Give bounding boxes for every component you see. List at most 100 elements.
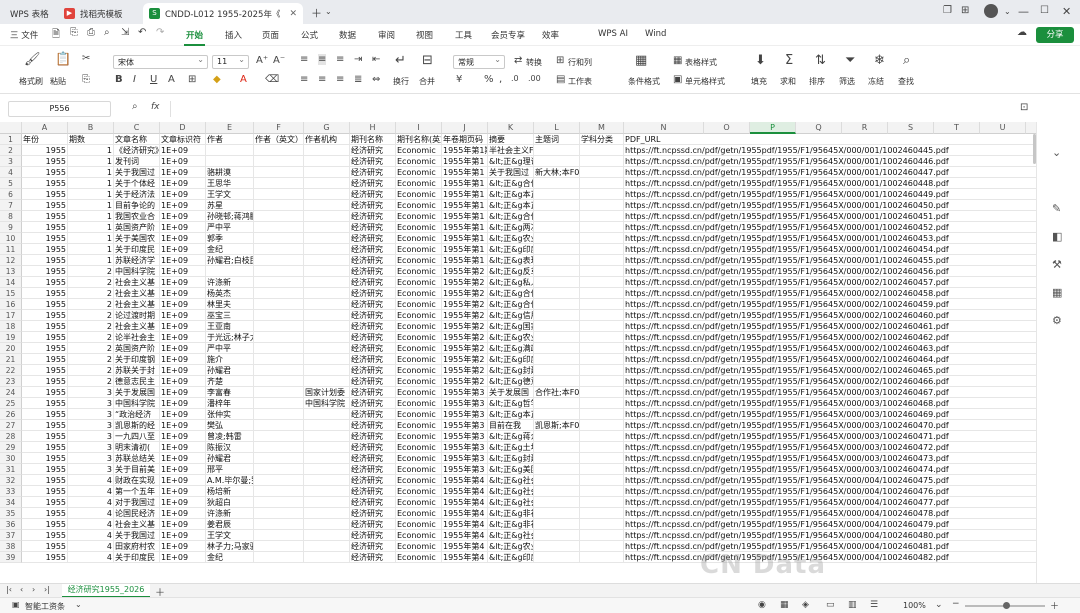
- table-cell[interactable]: [304, 464, 350, 475]
- table-cell[interactable]: https://ft.ncpssd.cn/pdf/getn/1955pdf/19…: [624, 321, 1036, 332]
- table-cell[interactable]: [534, 332, 580, 343]
- table-cell[interactable]: [206, 156, 254, 167]
- table-cell[interactable]: [304, 365, 350, 376]
- table-cell[interactable]: 1955: [22, 442, 68, 453]
- table-cell[interactable]: 4: [68, 497, 114, 508]
- menu-file[interactable]: 三 文件: [10, 29, 38, 41]
- table-cell[interactable]: 经济研究: [350, 167, 396, 178]
- table-cell[interactable]: [580, 442, 624, 453]
- table-cell[interactable]: 1955年第2: [442, 277, 488, 288]
- table-cell[interactable]: 2: [68, 343, 114, 354]
- table-cell[interactable]: https://ft.ncpssd.cn/pdf/getn/1955pdf/19…: [624, 354, 1036, 365]
- table-cell[interactable]: https://ft.ncpssd.cn/pdf/getn/1955pdf/19…: [624, 200, 1036, 211]
- table-cell[interactable]: 1E+09: [160, 310, 206, 321]
- table-cell[interactable]: https://ft.ncpssd.cn/pdf/getn/1955pdf/19…: [624, 475, 1036, 486]
- justify-icon[interactable]: ≣: [354, 74, 362, 85]
- table-cell[interactable]: 2: [68, 332, 114, 343]
- table-cell[interactable]: 1955: [22, 475, 68, 486]
- table-cell[interactable]: 金纪: [206, 244, 254, 255]
- table-cell[interactable]: [580, 420, 624, 431]
- table-cell[interactable]: 施介: [206, 354, 254, 365]
- column-header-Q[interactable]: Q: [796, 122, 842, 134]
- table-cell[interactable]: 1955年第3: [442, 442, 488, 453]
- table-cell[interactable]: https://ft.ncpssd.cn/pdf/getn/1955pdf/19…: [624, 541, 1036, 552]
- table-cell[interactable]: 经济研究: [350, 310, 396, 321]
- table-cell[interactable]: [580, 233, 624, 244]
- column-header-V[interactable]: V: [1026, 122, 1036, 134]
- table-cell[interactable]: 新大林;本F0: [534, 167, 580, 178]
- table-cell[interactable]: 德意志民主: [114, 376, 160, 387]
- table-cell[interactable]: 关于发展国: [114, 387, 160, 398]
- table-cell[interactable]: 论过渡时期: [114, 310, 160, 321]
- eye-icon[interactable]: ◉: [758, 600, 766, 610]
- chevron-down-icon[interactable]: ⌄: [1004, 7, 1011, 16]
- italic-icon[interactable]: I: [133, 74, 136, 85]
- menu-view[interactable]: 视图: [416, 29, 433, 41]
- table-cell[interactable]: [254, 453, 304, 464]
- table-cell[interactable]: 经济研究: [350, 277, 396, 288]
- table-cell[interactable]: 1955年第1: [442, 222, 488, 233]
- table-cell[interactable]: Economic: [396, 343, 442, 354]
- increase-font-icon[interactable]: A⁺: [256, 55, 268, 66]
- underline-icon[interactable]: U: [150, 74, 157, 85]
- table-cell[interactable]: &lt;正&g德意志;民F0: [488, 376, 534, 387]
- table-cell[interactable]: [304, 266, 350, 277]
- table-cell[interactable]: [580, 332, 624, 343]
- table-cell[interactable]: 经济研究: [350, 475, 396, 486]
- table-cell[interactable]: [304, 244, 350, 255]
- table-cell[interactable]: 经济研究: [350, 420, 396, 431]
- window-layout-icon[interactable]: ❐: [943, 5, 952, 16]
- row-header[interactable]: 29: [0, 442, 22, 453]
- row-header[interactable]: 13: [0, 266, 22, 277]
- column-header-B[interactable]: B: [68, 122, 114, 134]
- table-cell[interactable]: [254, 431, 304, 442]
- table-cell[interactable]: [580, 299, 624, 310]
- table-cell[interactable]: 1E+09: [160, 332, 206, 343]
- table-cell[interactable]: https://ft.ncpssd.cn/pdf/getn/1955pdf/19…: [624, 552, 1036, 563]
- table-cell[interactable]: [254, 475, 304, 486]
- table-cell[interactable]: 1E+09: [160, 420, 206, 431]
- table-cell[interactable]: https://ft.ncpssd.cn/pdf/getn/1955pdf/19…: [624, 409, 1036, 420]
- table-cell[interactable]: 田家府村农: [114, 541, 160, 552]
- table-cell[interactable]: 孙耀君: [206, 453, 254, 464]
- table-cell[interactable]: https://ft.ncpssd.cn/pdf/getn/1955pdf/19…: [624, 442, 1036, 453]
- thousands-icon[interactable]: ,: [499, 74, 502, 85]
- table-cell[interactable]: 经济研究: [350, 431, 396, 442]
- table-cell[interactable]: 目前在我: [488, 420, 534, 431]
- table-cell[interactable]: 1955: [22, 277, 68, 288]
- table-cell[interactable]: [534, 222, 580, 233]
- decrease-decimal-icon[interactable]: .00: [528, 74, 541, 83]
- table-cell[interactable]: 1E+09: [160, 244, 206, 255]
- table-cell[interactable]: [254, 541, 304, 552]
- table-cell[interactable]: [534, 497, 580, 508]
- table-cell[interactable]: Economic: [396, 409, 442, 420]
- table-cell[interactable]: [580, 288, 624, 299]
- table-cell[interactable]: [304, 343, 350, 354]
- table-cell[interactable]: [534, 277, 580, 288]
- header-cell[interactable]: PDF_URL: [624, 134, 1036, 145]
- table-cell[interactable]: 1955年第1期,共2页: [442, 145, 488, 156]
- table-cell[interactable]: 社会主义基: [114, 519, 160, 530]
- table-cell[interactable]: [254, 365, 304, 376]
- wrap-text-label[interactable]: 换行: [393, 76, 409, 87]
- smart-payslip-label[interactable]: 智能工资条: [25, 601, 65, 612]
- table-cell[interactable]: https://ft.ncpssd.cn/pdf/getn/1955pdf/19…: [624, 156, 1036, 167]
- table-cell[interactable]: [534, 200, 580, 211]
- redo-icon[interactable]: ↷: [156, 27, 164, 38]
- merge-icon[interactable]: ⊟: [422, 53, 433, 68]
- table-cell[interactable]: 1955: [22, 145, 68, 156]
- freeze-icon[interactable]: ❄: [874, 53, 885, 68]
- table-cell[interactable]: &lt;正&g社会主义原F0: [488, 486, 534, 497]
- table-cell[interactable]: 1E+09: [160, 376, 206, 387]
- table-cell[interactable]: 关于目前美: [114, 464, 160, 475]
- table-cell[interactable]: 关于印度民: [114, 244, 160, 255]
- table-cell[interactable]: 苏联总结关: [114, 453, 160, 464]
- row-header[interactable]: 28: [0, 431, 22, 442]
- table-cell[interactable]: [534, 178, 580, 189]
- table-cell[interactable]: https://ft.ncpssd.cn/pdf/getn/1955pdf/19…: [624, 244, 1036, 255]
- table-cell[interactable]: 4: [68, 519, 114, 530]
- table-cell[interactable]: 严中平: [206, 222, 254, 233]
- table-cell[interactable]: 1955年第1: [442, 233, 488, 244]
- table-cell[interactable]: 经济研究: [350, 200, 396, 211]
- find-label[interactable]: 查找: [898, 76, 914, 87]
